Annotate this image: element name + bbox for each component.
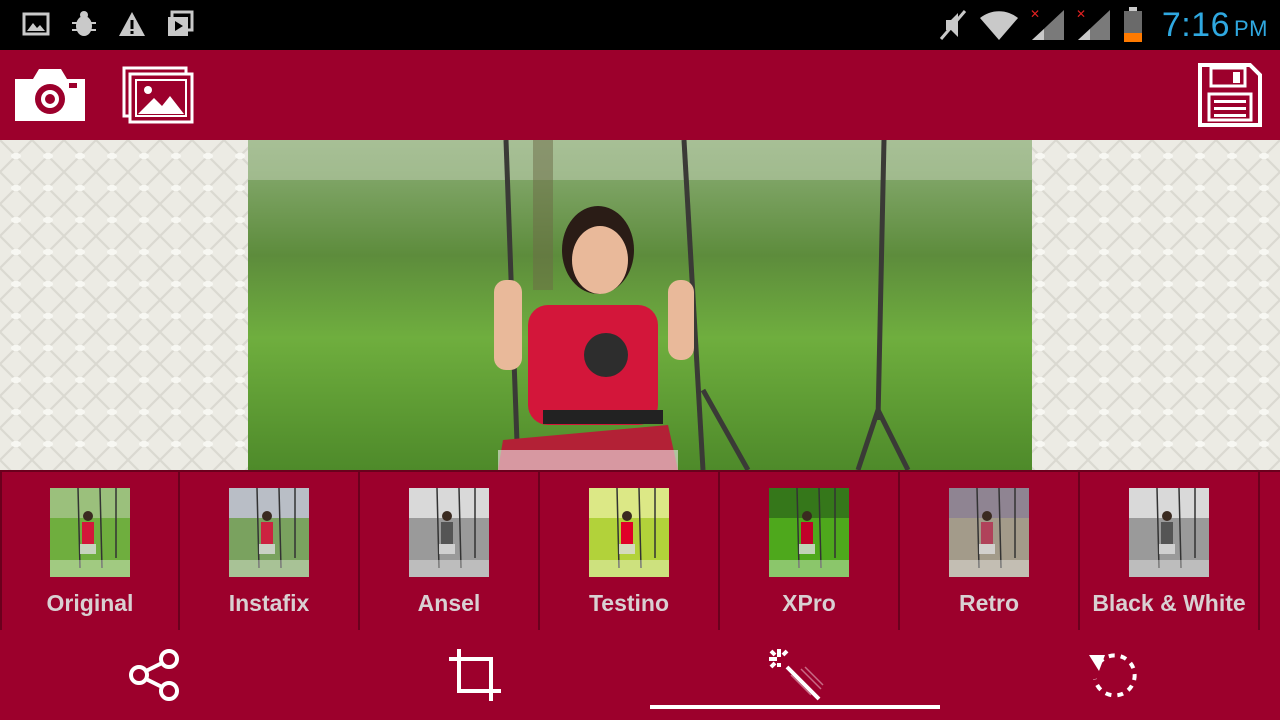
active-tab-indicator [650, 705, 940, 709]
rotate-icon [1089, 653, 1137, 698]
save-button[interactable] [1194, 50, 1266, 140]
filter-label: Ansel [417, 590, 481, 616]
filter-item[interactable]: Black & White [1080, 472, 1260, 630]
svg-text:✕: ✕ [1076, 8, 1086, 21]
share-button[interactable] [10, 630, 300, 720]
top-toolbar [0, 50, 1280, 140]
filter-thumbnail [769, 488, 849, 577]
mute-icon [939, 10, 966, 40]
filter-item[interactable]: Ansel [360, 472, 540, 630]
crop-button[interactable] [330, 630, 620, 720]
crop-icon [449, 649, 501, 701]
filter-label: XPro [782, 590, 836, 616]
filter-label: Testino [588, 590, 670, 616]
signal-1-icon: ✕ [1030, 8, 1064, 40]
gallery-button[interactable] [120, 50, 196, 140]
share-icon [129, 649, 179, 701]
filter-thumbnail [409, 488, 489, 577]
filter-thumbnail [229, 488, 309, 577]
save-icon [1198, 63, 1262, 127]
filter-thumbnail [1129, 488, 1209, 577]
filter-thumbnail [50, 488, 130, 577]
edited-photo[interactable] [248, 140, 1032, 470]
gallery-icon [122, 66, 194, 124]
filter-label: Original [46, 590, 134, 616]
signal-2-icon: ✕ [1076, 8, 1110, 40]
magic-wand-icon [769, 649, 824, 701]
warning-icon [119, 12, 145, 36]
clock: 7:16 PM [1162, 6, 1268, 45]
filter-item[interactable]: XPro [720, 472, 900, 630]
media-icon [168, 10, 194, 36]
image-notification-icon [22, 12, 50, 36]
clock-time: 7:16 [1161, 5, 1230, 44]
battery-icon [1123, 7, 1142, 42]
filter-item[interactable]: Retro [900, 472, 1080, 630]
bug-icon [72, 11, 96, 36]
svg-text:✕: ✕ [1030, 8, 1040, 21]
rotate-button[interactable] [970, 630, 1260, 720]
filter-thumbnail [949, 488, 1029, 577]
filter-item[interactable]: Instafix [180, 472, 360, 630]
editor-canvas [0, 140, 1280, 470]
camera-icon [15, 69, 85, 121]
filter-thumbnail [589, 488, 669, 577]
wifi-icon [979, 11, 1018, 41]
bottom-toolbar [0, 630, 1280, 720]
filter-item[interactable]: Testino [540, 472, 720, 630]
camera-button[interactable] [8, 50, 92, 140]
filter-item[interactable]: Original [0, 472, 180, 630]
filter-label: Black & White [1092, 590, 1246, 616]
filter-strip: Original Instafix Ansel Testino XPro Retro Bla… [0, 470, 1280, 630]
status-bar: ✕ ✕ 7:16 PM [0, 0, 1280, 50]
filter-label: Retro [958, 590, 1020, 616]
filter-label: Instafix [228, 590, 310, 616]
clock-ampm: PM [1234, 15, 1268, 41]
